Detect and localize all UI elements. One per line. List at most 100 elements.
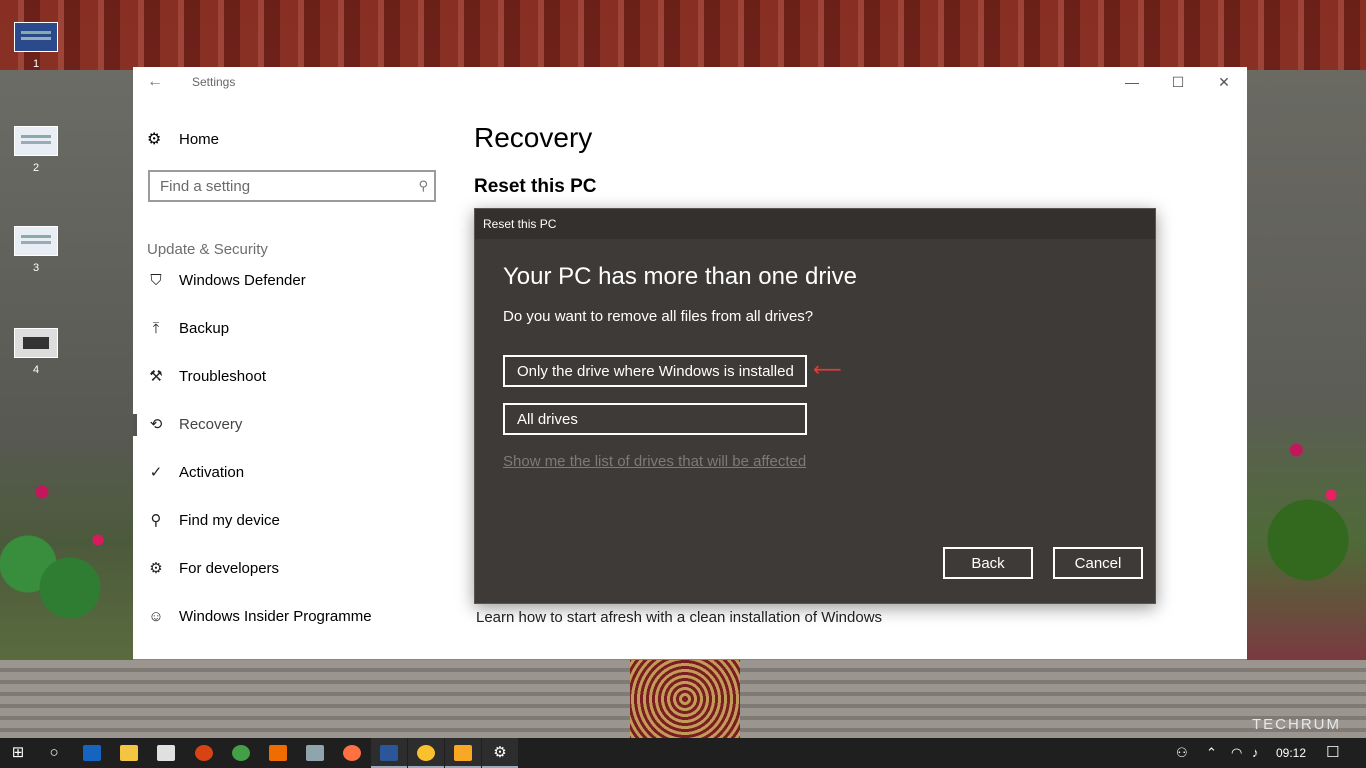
- maximize-button[interactable]: ☐: [1155, 71, 1201, 93]
- desktop-thumbnail-3[interactable]: 3: [12, 226, 60, 274]
- sidebar-item-label: Recovery: [179, 415, 243, 433]
- sidebar-item-activation[interactable]: ✓ Activation: [133, 452, 453, 492]
- section-title: Reset this PC: [474, 176, 597, 197]
- taskbar-mail[interactable]: [148, 738, 184, 768]
- taskbar-firefox[interactable]: [334, 738, 370, 768]
- sidebar-item-label: Find my device: [179, 511, 280, 529]
- sidebar-item-label: Troubleshoot: [179, 367, 266, 385]
- wallpaper-flowers-right: [1250, 360, 1366, 660]
- desktop-thumbnail-label: 4: [32, 364, 40, 376]
- app-icon: [306, 745, 324, 762]
- action-center-icon[interactable]: ☐: [1326, 738, 1339, 768]
- reset-pc-dialog: Reset this PC Your PC has more than one …: [474, 208, 1156, 604]
- dialog-heading: Your PC has more than one drive: [503, 263, 857, 290]
- start-button[interactable]: ⊞: [0, 738, 36, 768]
- sidebar-item-label: Activation: [179, 463, 245, 481]
- page-title: Recovery: [474, 122, 593, 153]
- taskbar-app-5[interactable]: [186, 738, 222, 768]
- taskbar-app-8[interactable]: [297, 738, 333, 768]
- annotation-arrow-icon: ⟵: [813, 359, 842, 381]
- window-title: Settings: [192, 75, 236, 89]
- sidebar-item-label: Backup: [179, 319, 230, 337]
- people-icon[interactable]: ⚇: [1176, 738, 1188, 768]
- app-icon: [232, 745, 250, 762]
- title-bar: ← Settings — ☐ ✕: [133, 67, 1247, 97]
- gear-icon: ⚙: [493, 744, 507, 761]
- desktop-thumbnail-2[interactable]: 2: [12, 126, 60, 174]
- check-circle-icon: ✓: [149, 464, 163, 481]
- cortana-button[interactable]: ○: [36, 738, 72, 768]
- show-drives-link[interactable]: Show me the list of drives that will be …: [503, 453, 806, 470]
- taskbar-settings[interactable]: ⚙: [482, 738, 518, 768]
- folder-icon: [120, 745, 138, 762]
- search-icon[interactable]: ⚲: [418, 178, 428, 194]
- chrome-icon: [417, 745, 435, 762]
- taskbar-app-tv[interactable]: [74, 738, 110, 768]
- sidebar-item-recovery[interactable]: ⟲ Recovery: [133, 404, 453, 444]
- taskbar-app-6[interactable]: [223, 738, 259, 768]
- all-drives-button[interactable]: All drives: [503, 403, 807, 435]
- dialog-title: Reset this PC: [483, 217, 557, 231]
- wrench-icon: ⚒: [149, 368, 163, 385]
- volume-icon[interactable]: ♪: [1252, 738, 1259, 768]
- person-location-icon: ⚲: [150, 512, 162, 529]
- network-icon[interactable]: ◠: [1231, 738, 1242, 768]
- sidebar-item-label: For developers: [179, 559, 280, 577]
- only-windows-drive-button[interactable]: Only the drive where Windows is installe…: [503, 355, 807, 387]
- sidebar-item-label: Windows Insider Programme: [179, 607, 372, 625]
- taskbar-word[interactable]: [371, 738, 407, 768]
- sidebar-item-find-my-device[interactable]: ⚲ Find my device: [133, 500, 453, 540]
- desktop-thumbnail-image: [14, 22, 58, 52]
- chevron-up-icon[interactable]: ⌃: [1206, 738, 1217, 768]
- mail-icon: [157, 745, 175, 762]
- taskbar-chrome[interactable]: [408, 738, 444, 768]
- tv-app-icon: [83, 745, 101, 762]
- back-arrow-icon[interactable]: ←: [147, 73, 163, 91]
- dialog-question: Do you want to remove all files from all…: [503, 308, 814, 325]
- taskbar-media-player[interactable]: [445, 738, 481, 768]
- windows-logo-icon: ⊞: [11, 744, 25, 761]
- media-player-icon: [454, 745, 472, 762]
- sidebar-item-windows-insider[interactable]: ☺ Windows Insider Programme: [133, 596, 453, 636]
- back-button[interactable]: Back: [943, 547, 1033, 579]
- developer-tools-icon: ⚙: [149, 560, 163, 577]
- desktop-thumbnail-label: 2: [32, 162, 40, 174]
- minimize-button[interactable]: —: [1109, 71, 1155, 93]
- cancel-button[interactable]: Cancel: [1053, 547, 1143, 579]
- desktop-thumbnail-label: 1: [32, 58, 40, 70]
- clock[interactable]: 09:12: [1276, 738, 1306, 768]
- desktop-thumbnail-1[interactable]: 1: [12, 22, 60, 70]
- taskbar: ⊞ ○ ⚙ ⚇ ⌃ ◠ ♪ 09:12 ☐: [0, 738, 1366, 768]
- gear-icon: ⚙: [147, 131, 162, 148]
- wallpaper-roof: [0, 0, 1366, 70]
- cortana-circle-icon: ○: [49, 744, 59, 761]
- sidebar-item-troubleshoot[interactable]: ⚒ Troubleshoot: [133, 356, 453, 396]
- sidebar-item-windows-defender[interactable]: ⛉ Windows Defender: [133, 260, 453, 300]
- sidebar-item-label: Windows Defender: [179, 271, 306, 289]
- desktop-thumbnail-image: [14, 226, 58, 256]
- nav-section-header: Update & Security: [147, 241, 268, 258]
- taskbar-file-explorer[interactable]: [111, 738, 147, 768]
- close-button[interactable]: ✕: [1201, 71, 1247, 93]
- search-input[interactable]: [150, 172, 390, 200]
- sidebar-item-home[interactable]: ⚙ Home: [147, 129, 219, 149]
- desktop-thumbnail-image: [14, 126, 58, 156]
- search-box[interactable]: ⚲: [148, 170, 436, 202]
- desktop-thumbnail-image: [14, 328, 58, 358]
- sidebar-item-backup[interactable]: ⤒ Backup: [133, 308, 453, 348]
- app-icon: [195, 745, 213, 762]
- sidebar-item-label: Home: [179, 130, 220, 148]
- sidebar-item-for-developers[interactable]: ⚙ For developers: [133, 548, 453, 588]
- wallpaper-flowers-left: [0, 420, 140, 660]
- upload-arrow-icon: ⤒: [152, 319, 160, 337]
- app-icon: [269, 745, 287, 762]
- word-icon: [380, 745, 398, 762]
- learn-more-link[interactable]: Learn how to start afresh with a clean i…: [476, 609, 882, 626]
- desktop-thumbnail-4[interactable]: 4: [12, 328, 60, 376]
- taskbar-app-7[interactable]: [260, 738, 296, 768]
- history-icon: ⟲: [149, 416, 163, 433]
- dialog-title-bar: Reset this PC: [475, 209, 1155, 239]
- firefox-icon: [343, 745, 361, 762]
- watermark: TECHRUM: [1252, 716, 1341, 733]
- wallpaper-figure: [630, 660, 740, 738]
